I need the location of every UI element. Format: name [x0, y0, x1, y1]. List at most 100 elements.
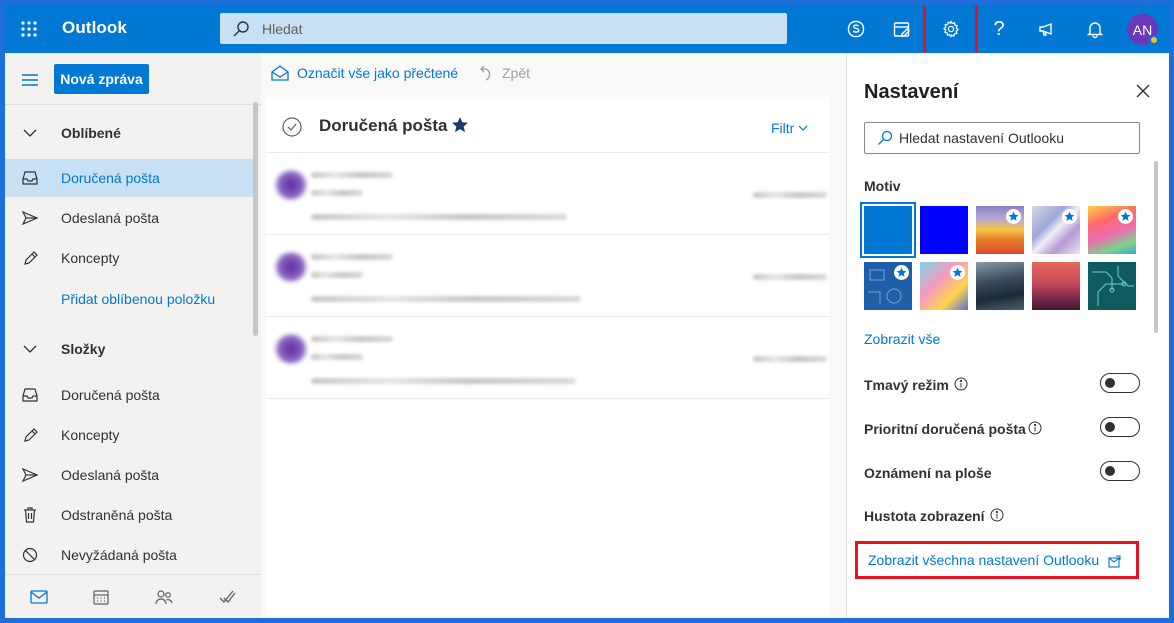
theme-illustration[interactable] [1088, 206, 1136, 254]
app-title[interactable]: Outlook [62, 18, 127, 38]
dark-mode-toggle[interactable] [1100, 373, 1140, 393]
nav-item-label: Odstraněná pošta [61, 507, 173, 523]
search-icon [877, 130, 893, 146]
message-list-header: Doručená pošta Filtr [266, 97, 829, 153]
star-icon [1118, 209, 1133, 224]
show-all-themes-link[interactable]: Zobrazit vše [864, 331, 940, 347]
left-navigation: Nová zpráva Oblíbené Doručená pošta Odes… [5, 53, 261, 618]
theme-section-label: Motiv [864, 178, 901, 194]
info-icon[interactable] [954, 377, 968, 391]
theme-road[interactable] [976, 262, 1024, 310]
undo-button[interactable]: Zpět [478, 65, 530, 81]
undo-label: Zpět [502, 65, 531, 81]
divider [5, 104, 261, 105]
nav-item-label: Doručená pošta [61, 387, 160, 403]
gear-icon [941, 19, 961, 39]
star-icon [950, 265, 965, 280]
command-bar: Označit vše jako přečtené Zpět [261, 53, 846, 97]
nav-item-folder-inbox[interactable]: Doručená pošta [5, 376, 253, 414]
nav-item-favorites-drafts[interactable]: Koncepty [5, 239, 253, 277]
filter-label: Filtr [771, 120, 795, 136]
my-day-button[interactable] [878, 5, 926, 53]
settings-button[interactable] [927, 5, 975, 53]
focused-inbox-toggle[interactable] [1100, 417, 1140, 437]
nav-scrollbar[interactable] [253, 102, 258, 336]
theme-pattern[interactable] [920, 262, 968, 310]
folders-header[interactable]: Složky [5, 330, 253, 368]
theme-blue[interactable] [864, 206, 912, 254]
new-message-button[interactable]: Nová zpráva [54, 64, 149, 94]
message-row[interactable] [266, 318, 829, 399]
theme-ribbons[interactable] [1032, 206, 1080, 254]
blurred-sender [311, 336, 393, 342]
theme-blueprint[interactable] [864, 262, 912, 310]
nav-item-folder-drafts[interactable]: Koncepty [5, 416, 253, 454]
blocked-icon [21, 546, 39, 564]
hamburger-menu-icon[interactable] [17, 67, 43, 93]
bell-icon [1085, 19, 1105, 39]
nav-item-favorites-inbox[interactable]: Doručená pošta [5, 159, 253, 197]
chevron-down-icon [21, 124, 39, 142]
close-icon[interactable] [1132, 80, 1154, 102]
nav-item-label: Nevyžádaná pošta [61, 547, 177, 563]
trash-icon [21, 506, 39, 524]
message-row[interactable] [266, 154, 829, 235]
search-placeholder: Hledat [262, 20, 303, 37]
favorites-header[interactable]: Oblíbené [5, 114, 253, 152]
blurred-sender [311, 254, 393, 260]
calendar-icon[interactable] [92, 588, 110, 606]
help-button[interactable]: ? [975, 5, 1023, 53]
settings-title: Nastavení [864, 81, 959, 103]
blurred-subject [311, 354, 363, 360]
blurred-preview [311, 378, 576, 384]
app-content: Outlook Hledat ? AN Nová zpráva Oblíbené… [5, 5, 1169, 618]
filter-button[interactable]: Filtr [771, 120, 808, 136]
view-all-settings-link[interactable]: Zobrazit všechna nastavení Outlooku [855, 541, 1139, 579]
theme-circuit[interactable] [1088, 262, 1136, 310]
mark-all-read-button[interactable]: Označit vše jako přečtené [271, 65, 458, 81]
nav-item-folder-junk[interactable]: Nevyžádaná pošta [5, 536, 253, 574]
nav-item-folder-deleted[interactable]: Odstraněná pošta [5, 496, 253, 534]
theme-dark-blue[interactable] [920, 206, 968, 254]
nav-item-label: Odeslaná pošta [61, 210, 160, 226]
settings-search-input[interactable]: Hledat nastavení Outlooku [864, 122, 1140, 154]
whats-new-button[interactable] [1023, 5, 1071, 53]
add-favorite-link[interactable]: Přidat oblíbenou položku [5, 280, 253, 318]
theme-palms[interactable] [1032, 262, 1080, 310]
blurred-date [753, 356, 827, 362]
pencil-icon [21, 249, 39, 267]
skype-button[interactable] [832, 5, 880, 53]
desktop-notifications-toggle[interactable] [1100, 461, 1140, 481]
star-icon [894, 265, 909, 280]
people-icon[interactable] [155, 588, 173, 606]
search-box[interactable]: Hledat [220, 13, 787, 44]
select-all-checkbox[interactable] [282, 117, 302, 137]
message-row[interactable] [266, 236, 829, 317]
blurred-date [753, 192, 827, 198]
sender-avatar [274, 170, 308, 200]
nav-item-label: Koncepty [61, 250, 120, 266]
blurred-preview [311, 296, 581, 302]
settings-scrollbar[interactable] [1154, 161, 1158, 333]
todo-icon[interactable] [218, 588, 236, 606]
info-icon[interactable] [1028, 421, 1042, 435]
info-icon[interactable] [990, 508, 1004, 522]
pencil-icon [21, 426, 39, 444]
undo-icon [478, 65, 494, 81]
inbox-icon [21, 169, 39, 187]
focused-inbox-setting: Prioritní doručená pošta [864, 417, 1144, 441]
notifications-button[interactable] [1071, 5, 1119, 53]
toggle-knob [1105, 466, 1115, 476]
star-icon[interactable] [451, 116, 469, 134]
settings-search-placeholder: Hledat nastavení Outlooku [899, 130, 1064, 146]
avatar[interactable]: AN [1127, 14, 1159, 45]
blurred-sender [311, 172, 393, 178]
app-launcher-icon[interactable] [13, 13, 45, 45]
folders-header-label: Složky [61, 341, 106, 357]
theme-colorful-waves[interactable] [976, 206, 1024, 254]
dark-mode-label: Tmavý režim [864, 377, 949, 393]
nav-item-favorites-sent[interactable]: Odeslaná pošta [5, 199, 253, 237]
mail-icon[interactable] [30, 588, 48, 606]
toggle-knob [1105, 422, 1115, 432]
nav-item-folder-sent[interactable]: Odeslaná pošta [5, 456, 253, 494]
